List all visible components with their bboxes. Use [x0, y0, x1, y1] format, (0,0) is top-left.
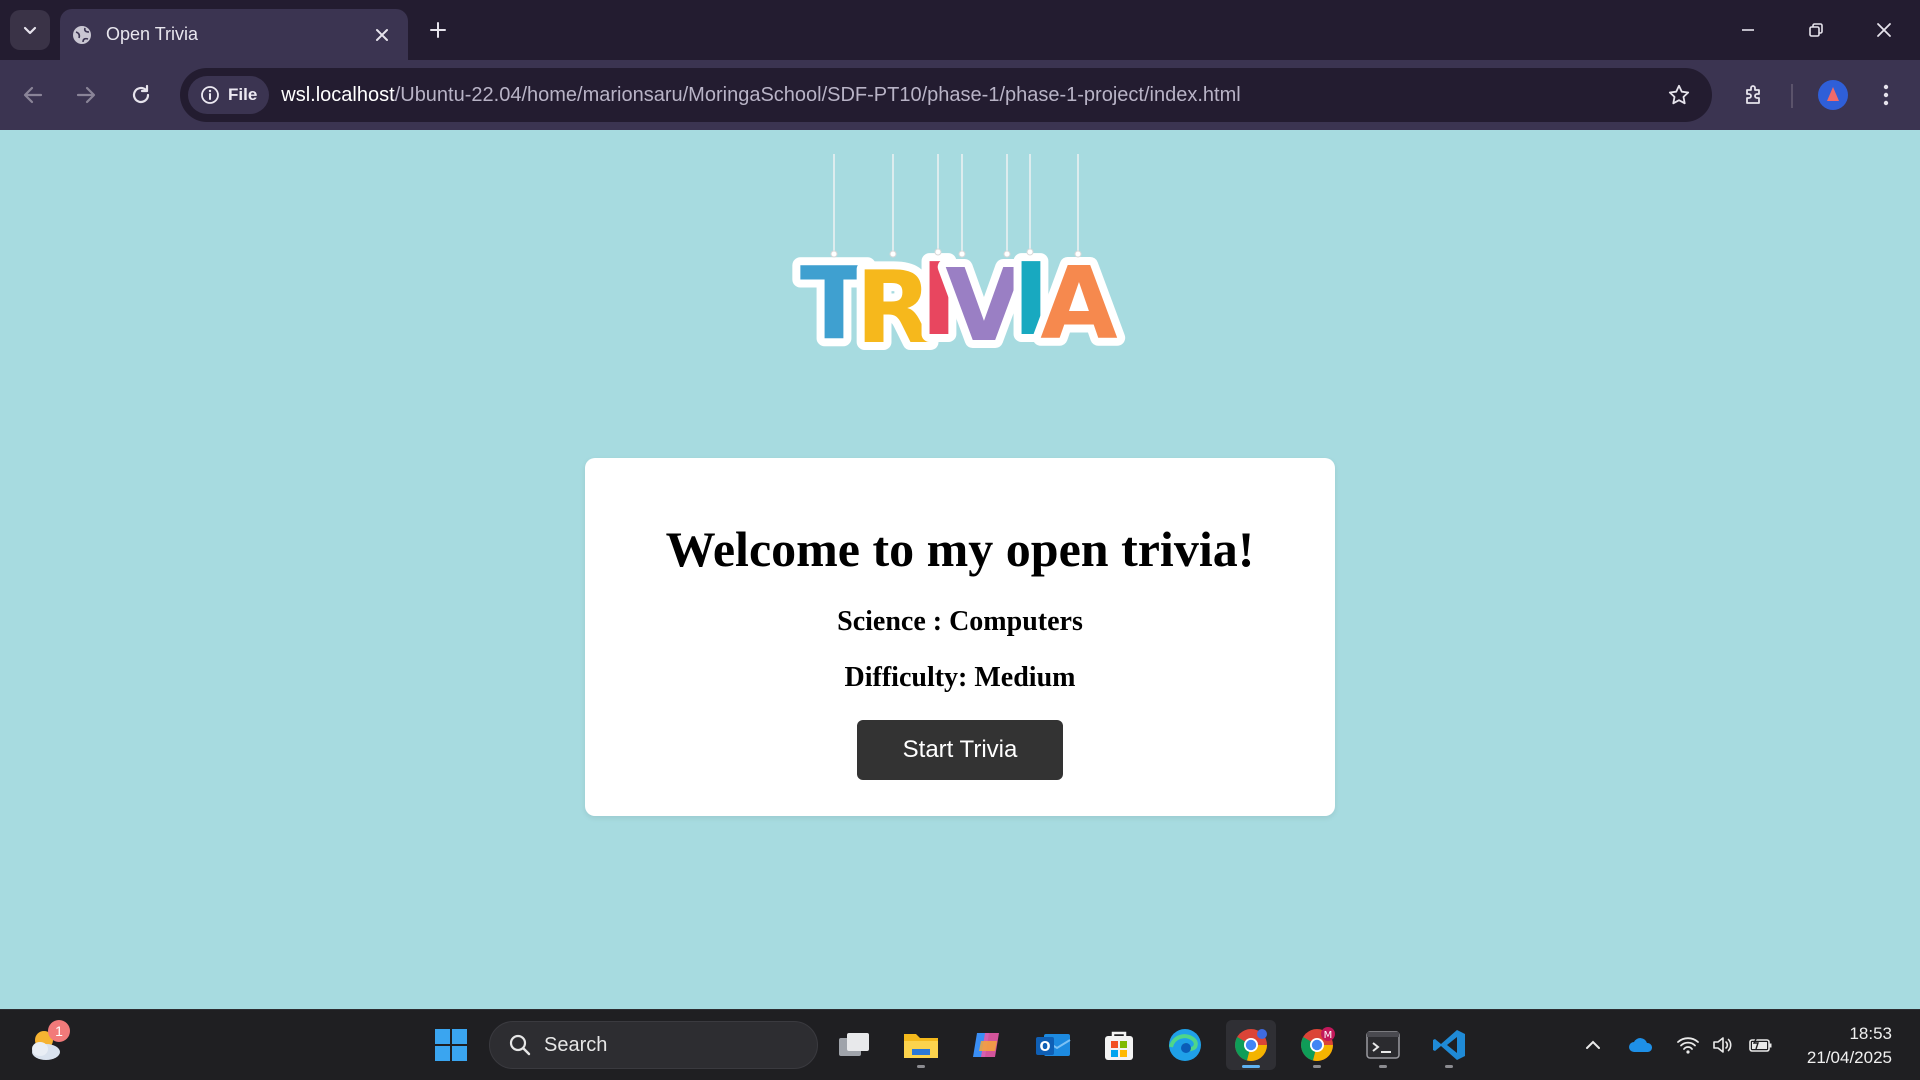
chevron-up-icon [1586, 1040, 1600, 1049]
globe-icon [73, 25, 91, 44]
back-button[interactable] [13, 75, 53, 115]
outlook-icon: O [1036, 1034, 1071, 1056]
bookmark-star-button[interactable] [1664, 80, 1694, 110]
tab-open-trivia[interactable]: Open Trivia [60, 9, 408, 60]
tab-search-button[interactable] [10, 10, 50, 50]
copilot-button[interactable] [962, 1020, 1012, 1070]
url-text: wsl.localhost/Ubuntu-22.04/home/marionsa… [281, 84, 1240, 107]
file-explorer-button[interactable] [896, 1020, 946, 1070]
url-path: /Ubuntu-22.04/home/marionsaru/MoringaSch… [394, 83, 1241, 106]
new-tab-button[interactable] [422, 14, 454, 46]
terminal-icon [1366, 1031, 1400, 1059]
close-window-button[interactable] [1860, 10, 1908, 50]
chrome-icon [1235, 1029, 1267, 1062]
folder-icon [904, 1034, 938, 1058]
page-content: T R I V I A Welcome to my open trivia! S… [0, 130, 1920, 1009]
kebab-menu-icon [1883, 84, 1889, 106]
page-title: Welcome to my open trivia! [665, 521, 1255, 577]
arrow-right-icon [76, 86, 96, 104]
cloud-icon [1629, 1038, 1653, 1052]
volume-status[interactable] [1710, 1032, 1736, 1058]
forward-button[interactable] [66, 75, 106, 115]
notification-badge: 1 [48, 1020, 70, 1042]
edge-icon [1169, 1029, 1201, 1061]
battery-status[interactable] [1748, 1032, 1774, 1058]
profile-badge-letter: M [1324, 1030, 1333, 1041]
difficulty-label: Difficulty: Medium [844, 662, 1076, 693]
taskbar-search[interactable]: Search [489, 1021, 818, 1069]
site-info-chip[interactable]: File [188, 76, 270, 114]
battery-charging-icon [1749, 1036, 1772, 1052]
speaker-icon [1713, 1037, 1732, 1053]
clock-time: 18:53 [1849, 1024, 1892, 1043]
profile-button[interactable] [1813, 75, 1853, 115]
arrow-left-icon [23, 86, 43, 104]
copilot-icon [973, 1033, 999, 1057]
avatar [1818, 80, 1848, 110]
trivia-logo: T R I V I A [792, 154, 1126, 372]
chevron-down-icon [23, 26, 37, 35]
windows-taskbar: 1 Search O M 18:53 21/04/2025 [0, 1009, 1920, 1080]
chrome-button[interactable] [1226, 1020, 1276, 1070]
show-hidden-icons-button[interactable] [1580, 1032, 1606, 1058]
extensions-button[interactable] [1734, 75, 1774, 115]
chrome-icon: M [1301, 1027, 1335, 1062]
active-indicator [1242, 1065, 1260, 1068]
wifi-icon [1677, 1037, 1699, 1054]
store-icon [1105, 1031, 1133, 1060]
search-icon [509, 1034, 531, 1056]
onedrive-button[interactable] [1628, 1032, 1654, 1058]
running-indicator [917, 1065, 925, 1068]
search-placeholder: Search [544, 1033, 608, 1056]
welcome-card: Welcome to my open trivia! Science : Com… [585, 458, 1335, 816]
microsoft-store-button[interactable] [1094, 1020, 1144, 1070]
windows-logo-icon [435, 1029, 467, 1061]
start-button[interactable] [426, 1020, 476, 1070]
url-host: wsl.localhost [281, 83, 395, 106]
vscode-button[interactable] [1424, 1020, 1474, 1070]
category-label: Science : Computers [837, 606, 1083, 637]
terminal-button[interactable] [1358, 1020, 1408, 1070]
outlook-button[interactable]: O [1028, 1020, 1078, 1070]
star-icon [1668, 84, 1690, 105]
site-info-label: File [228, 85, 258, 104]
clock-date: 21/04/2025 [1806, 1048, 1892, 1067]
svg-text:O: O [1039, 1040, 1050, 1055]
plus-icon [430, 22, 446, 38]
logo-letter-v: V [945, 247, 1022, 364]
logo-letter-a: A [1040, 245, 1117, 362]
close-tab-button[interactable] [368, 21, 396, 49]
browser-tabstrip: Open Trivia [0, 0, 1920, 60]
running-indicator [1445, 1065, 1453, 1068]
info-icon [201, 86, 219, 104]
close-icon [1877, 23, 1891, 37]
browser-toolbar: File wsl.localhost/Ubuntu-22.04/home/mar… [0, 60, 1920, 130]
reload-icon [132, 84, 150, 104]
toolbar-divider [1791, 84, 1793, 108]
restore-icon [1809, 23, 1823, 37]
puzzle-icon [1746, 85, 1760, 104]
running-indicator [1379, 1065, 1387, 1068]
reload-button[interactable] [121, 75, 161, 115]
running-indicator [1313, 1065, 1321, 1068]
close-icon [376, 28, 388, 41]
start-trivia-button[interactable]: Start Trivia [857, 720, 1063, 780]
task-view-button[interactable] [829, 1020, 879, 1070]
system-clock[interactable]: 18:53 21/04/2025 [1807, 1022, 1892, 1070]
restore-button[interactable] [1792, 10, 1840, 50]
address-bar[interactable]: File wsl.localhost/Ubuntu-22.04/home/mar… [180, 68, 1712, 122]
tab-title: Open Trivia [106, 24, 199, 44]
edge-button[interactable] [1160, 1020, 1210, 1070]
chrome-profile-button[interactable]: M [1292, 1020, 1342, 1070]
wifi-status[interactable] [1675, 1032, 1701, 1058]
task-view-icon [839, 1033, 869, 1056]
minimize-button[interactable] [1724, 10, 1772, 50]
minimize-icon [1742, 29, 1754, 31]
browser-menu-button[interactable] [1866, 75, 1906, 115]
vscode-icon [1433, 1030, 1465, 1060]
